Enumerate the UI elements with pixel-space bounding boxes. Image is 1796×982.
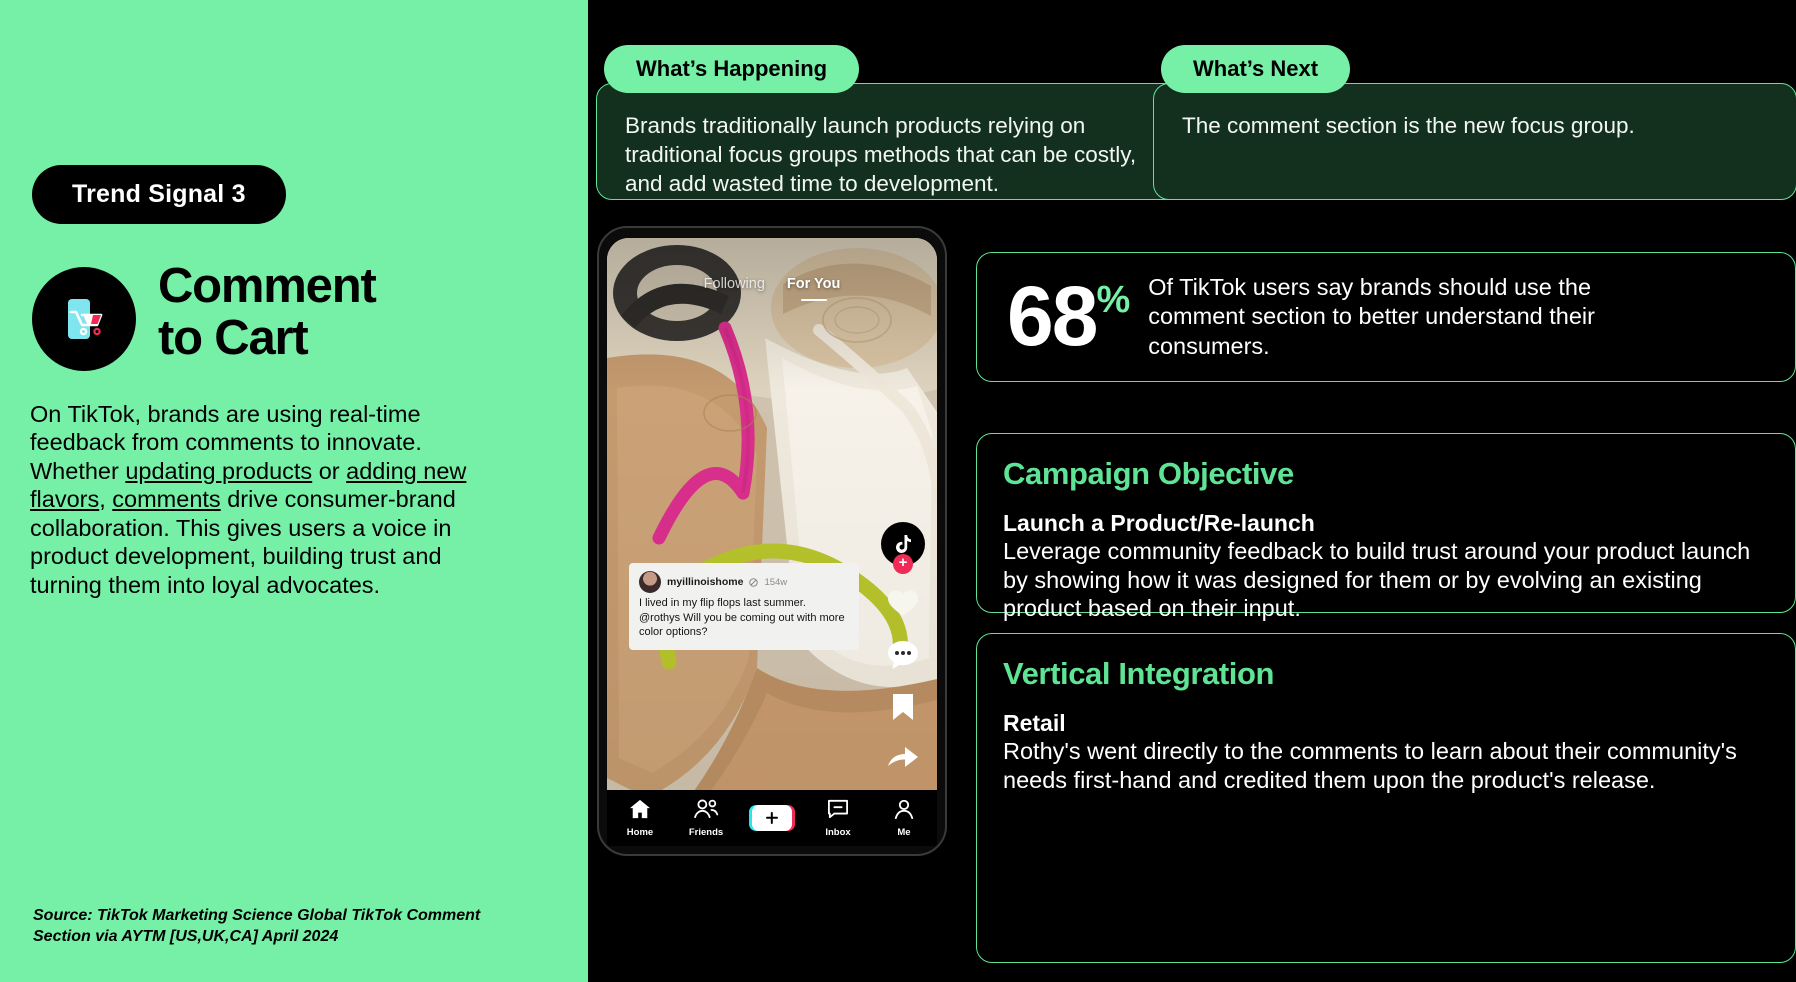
friends-icon	[694, 799, 719, 818]
profile-icon	[894, 799, 914, 819]
comment-timestamp: 154w	[764, 576, 788, 588]
nav-label-home: Home	[626, 826, 654, 838]
stat-description: Of TikTok users say brands should use th…	[1148, 274, 1595, 359]
trend-signal-badge: Trend Signal 3	[32, 165, 286, 224]
nav-label-me: Me	[897, 826, 911, 838]
heart-icon[interactable]	[886, 588, 920, 618]
whats-next-card: What’s Next The comment section is the n…	[1153, 45, 1796, 200]
tiktok-avatar-icon[interactable]: +	[881, 522, 925, 574]
comment-overlay: myillinoishome 154w I lived in my flip f…	[629, 563, 859, 650]
left-description: On TikTok, brands are using real-time fe…	[30, 400, 505, 599]
vertical-integration-heading: Vertical Integration	[1003, 656, 1275, 691]
right-panel: What’s Happening Brands traditionally la…	[588, 0, 1796, 982]
blocked-circle-icon	[749, 577, 759, 587]
source-citation: Source: TikTok Marketing Science Global …	[33, 907, 481, 946]
follow-plus-icon[interactable]: +	[893, 554, 913, 574]
phone-cart-icon	[32, 267, 136, 371]
vertical-integration-subheading: Retail	[1003, 710, 1066, 736]
vertical-integration-card: Vertical Integration Retail Rothy's went…	[976, 633, 1796, 963]
desc-part-2: or	[312, 457, 347, 484]
whats-next-tab: What’s Next	[1161, 45, 1351, 93]
left-panel: Trend Signal 3 Comment to Cart On TikTok…	[0, 0, 588, 982]
nav-item-home[interactable]: Home	[607, 799, 673, 838]
page-title-line2: to Cart	[158, 310, 309, 365]
feed-tabs: Following For You	[607, 276, 937, 292]
bookmark-icon[interactable]	[890, 692, 916, 722]
phone-mockup: Following For You + myillinoishome 154w …	[597, 226, 947, 856]
create-plus-icon[interactable]	[752, 805, 792, 831]
stat-card: 68 % Of TikTok users say brands should u…	[976, 252, 1796, 382]
campaign-objective-card: Campaign Objective Launch a Product/Re-l…	[976, 433, 1796, 621]
page-title: Comment to Cart	[158, 259, 377, 365]
comment-username: myillinoishome	[667, 576, 744, 588]
nav-item-me[interactable]: Me	[871, 799, 937, 838]
whats-next-text: The comment section is the new focus gro…	[1182, 113, 1635, 138]
campaign-objective-heading: Campaign Objective	[1003, 456, 1294, 491]
stat-percent-symbol: %	[1096, 279, 1130, 322]
whats-happening-card: What’s Happening Brands traditionally la…	[596, 45, 1196, 200]
desc-link-comments[interactable]: comments	[112, 486, 220, 512]
tab-following[interactable]: Following	[704, 276, 765, 292]
whats-happening-tab: What’s Happening	[604, 45, 860, 93]
trend-signal-label: Trend Signal 3	[72, 180, 246, 208]
stat-number-text: 68	[1007, 269, 1098, 364]
share-arrow-icon[interactable]	[887, 744, 919, 772]
title-row: Comment to Cart	[32, 259, 377, 371]
inbox-icon	[828, 799, 848, 818]
comment-bubble-icon[interactable]	[887, 640, 919, 670]
page-title-line1: Comment	[158, 259, 377, 313]
whats-happening-body: Brands traditionally launch products rel…	[596, 83, 1196, 200]
comment-avatar	[639, 571, 661, 593]
nav-label-friends: Friends	[688, 826, 724, 838]
desc-link-updating-products[interactable]: updating products	[125, 458, 312, 484]
comment-text: I lived in my flip flops last summer. @r…	[639, 597, 845, 639]
comment-header: myillinoishome 154w	[639, 571, 849, 593]
whats-next-body: The comment section is the new focus gro…	[1153, 83, 1796, 200]
campaign-objective-subheading: Launch a Product/Re-launch	[1003, 510, 1315, 536]
desc-part-3: ,	[99, 486, 113, 513]
stat-value: 68 %	[1007, 269, 1130, 364]
action-rail: +	[879, 522, 927, 772]
infographic-slide: Trend Signal 3 Comment to Cart On TikTok…	[0, 0, 1796, 982]
nav-item-friends[interactable]: Friends	[673, 799, 739, 838]
home-icon	[630, 799, 650, 818]
nav-label-inbox: Inbox	[825, 826, 851, 838]
nav-item-inbox[interactable]: Inbox	[805, 799, 871, 838]
bottom-nav: Home Friends Inbox Me	[607, 790, 937, 846]
nav-item-create[interactable]	[739, 805, 805, 831]
tab-for-you[interactable]: For You	[787, 276, 840, 292]
phone-screen: Following For You + myillinoishome 154w …	[607, 238, 937, 846]
whats-happening-text: Brands traditionally launch products rel…	[625, 113, 1137, 196]
vertical-integration-body: Rothy's went directly to the comments to…	[1003, 738, 1737, 793]
campaign-objective-body: Leverage community feedback to build tru…	[1003, 538, 1751, 622]
